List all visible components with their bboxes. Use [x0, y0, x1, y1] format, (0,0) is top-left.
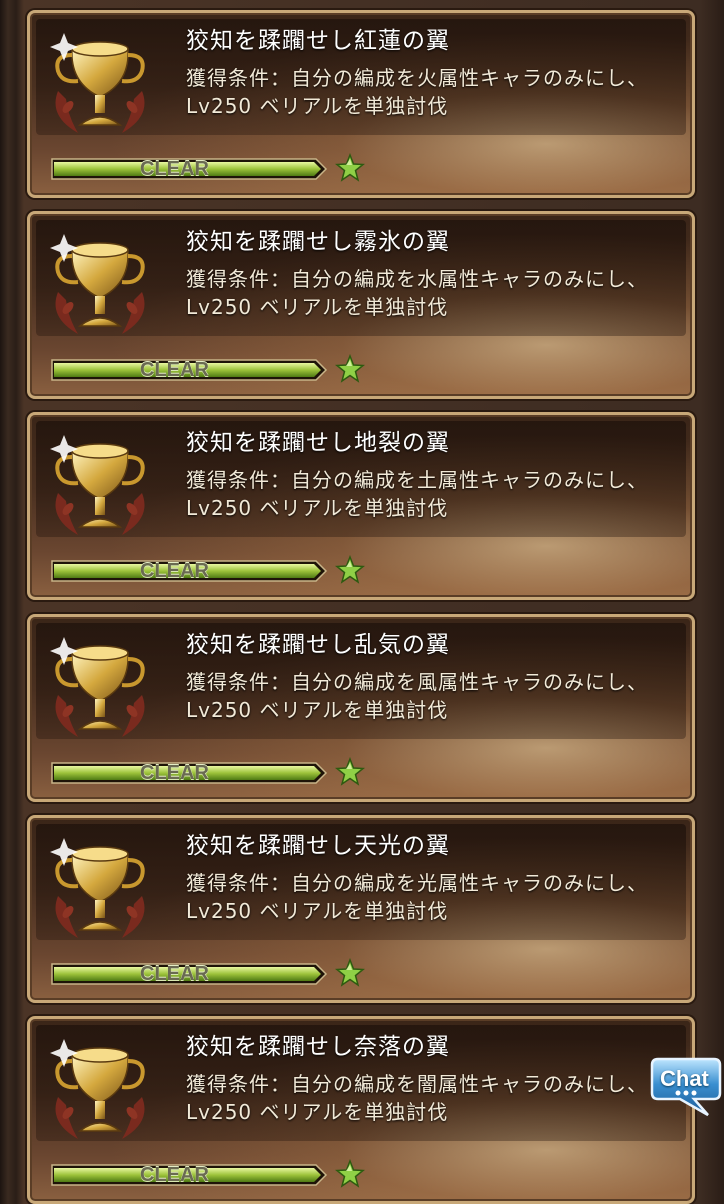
trophy-icon	[50, 838, 145, 938]
achievement-card[interactable]: 狡知を蹂躙せし紅蓮の翼 獲得条件：自分の編成を火属性キャラのみにし、 Lv250…	[27, 10, 695, 198]
condition-line-2: Lv250 ベリアルを単独討伐	[186, 1100, 449, 1124]
progress-bar: CLEAR	[48, 1163, 328, 1187]
trophy-icon	[50, 1039, 145, 1139]
clear-label: CLEAR	[140, 359, 209, 381]
trophy-icon	[50, 234, 145, 334]
condition-line-1: 獲得条件：自分の編成を火属性キャラのみにし、	[186, 66, 648, 90]
condition-line-2: Lv250 ベリアルを単独討伐	[186, 94, 449, 118]
condition-line-1: 獲得条件：自分の編成を風属性キャラのみにし、	[186, 670, 648, 694]
achievement-title: 狡知を蹂躙せし乱気の翼	[186, 632, 450, 658]
achievement-condition: 獲得条件：自分の編成を風属性キャラのみにし、 Lv250 ベリアルを単独討伐	[186, 668, 648, 724]
achievement-condition: 獲得条件：自分の編成を水属性キャラのみにし、 Lv250 ベリアルを単独討伐	[186, 265, 648, 321]
achievement-card[interactable]: 狡知を蹂躙せし乱気の翼 獲得条件：自分の編成を風属性キャラのみにし、 Lv250…	[27, 614, 695, 802]
progress-bar: CLEAR	[48, 962, 328, 986]
condition-line-2: Lv250 ベリアルを単独討伐	[186, 496, 449, 520]
star-icon	[335, 153, 365, 182]
progress-bar: CLEAR	[48, 157, 328, 181]
progress-bar: CLEAR	[48, 559, 328, 583]
chat-label: Chat	[660, 1066, 709, 1091]
achievement-condition: 獲得条件：自分の編成を光属性キャラのみにし、 Lv250 ベリアルを単独討伐	[186, 869, 648, 925]
achievement-condition: 獲得条件：自分の編成を闇属性キャラのみにし、 Lv250 ベリアルを単独討伐	[186, 1070, 648, 1126]
star-icon	[335, 1159, 365, 1188]
clear-label: CLEAR	[140, 963, 209, 985]
clear-label: CLEAR	[140, 1164, 209, 1186]
achievement-title: 狡知を蹂躙せし紅蓮の翼	[186, 28, 450, 54]
clear-label: CLEAR	[140, 158, 209, 180]
achievement-title: 狡知を蹂躙せし奈落の翼	[186, 1034, 450, 1060]
achievement-title: 狡知を蹂躙せし天光の翼	[186, 833, 450, 859]
clear-label: CLEAR	[140, 560, 209, 582]
achievement-condition: 獲得条件：自分の編成を土属性キャラのみにし、 Lv250 ベリアルを単独討伐	[186, 466, 648, 522]
achievement-card[interactable]: 狡知を蹂躙せし天光の翼 獲得条件：自分の編成を光属性キャラのみにし、 Lv250…	[27, 815, 695, 1003]
star-icon	[335, 757, 365, 786]
achievement-title: 狡知を蹂躙せし霧氷の翼	[186, 229, 450, 255]
achievement-condition: 獲得条件：自分の編成を火属性キャラのみにし、 Lv250 ベリアルを単独討伐	[186, 64, 648, 120]
achievement-list: 狡知を蹂躙せし紅蓮の翼 獲得条件：自分の編成を火属性キャラのみにし、 Lv250…	[0, 0, 724, 1204]
condition-line-2: Lv250 ベリアルを単独討伐	[186, 698, 449, 722]
trophy-icon	[50, 637, 145, 737]
star-icon	[335, 958, 365, 987]
star-icon	[335, 555, 365, 584]
condition-line-1: 獲得条件：自分の編成を水属性キャラのみにし、	[186, 267, 648, 291]
achievement-card[interactable]: 狡知を蹂躙せし地裂の翼 獲得条件：自分の編成を土属性キャラのみにし、 Lv250…	[27, 412, 695, 600]
star-icon	[335, 354, 365, 383]
progress-bar: CLEAR	[48, 358, 328, 382]
achievement-card[interactable]: 狡知を蹂躙せし奈落の翼 獲得条件：自分の編成を闇属性キャラのみにし、 Lv250…	[27, 1016, 695, 1204]
condition-line-1: 獲得条件：自分の編成を光属性キャラのみにし、	[186, 871, 648, 895]
chat-button[interactable]: Chat	[650, 1055, 722, 1119]
condition-line-1: 獲得条件：自分の編成を土属性キャラのみにし、	[186, 468, 648, 492]
trophy-icon	[50, 435, 145, 535]
trophy-icon	[50, 33, 145, 133]
achievement-card[interactable]: 狡知を蹂躙せし霧氷の翼 獲得条件：自分の編成を水属性キャラのみにし、 Lv250…	[27, 211, 695, 399]
progress-bar: CLEAR	[48, 761, 328, 785]
clear-label: CLEAR	[140, 762, 209, 784]
condition-line-2: Lv250 ベリアルを単独討伐	[186, 899, 449, 923]
condition-line-2: Lv250 ベリアルを単独討伐	[186, 295, 449, 319]
condition-line-1: 獲得条件：自分の編成を闇属性キャラのみにし、	[186, 1072, 648, 1096]
achievement-title: 狡知を蹂躙せし地裂の翼	[186, 430, 450, 456]
